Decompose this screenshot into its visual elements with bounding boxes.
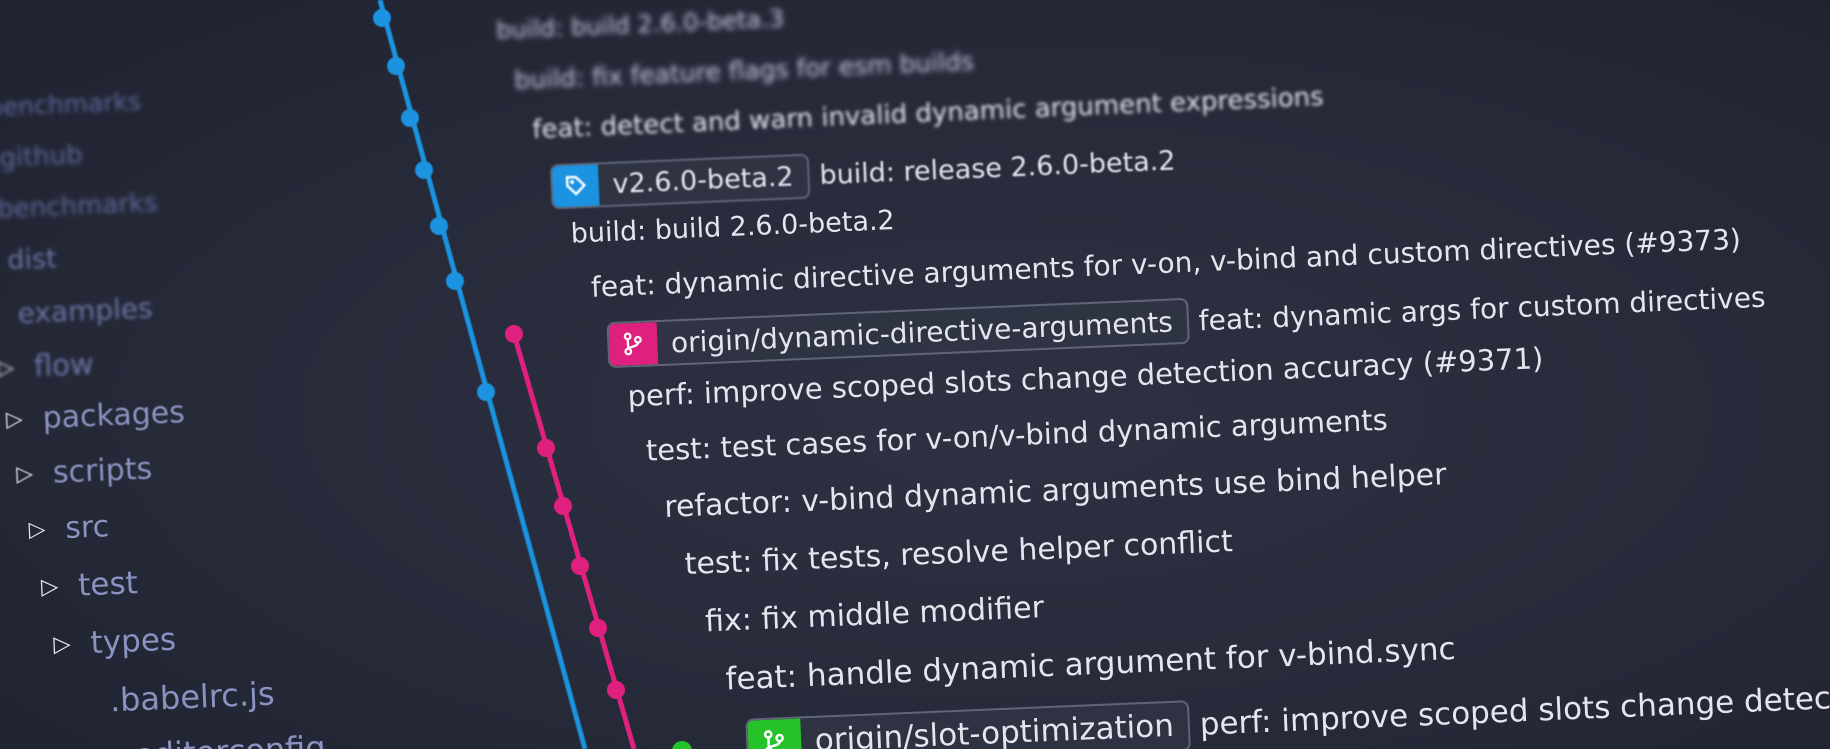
commit-message: build: build 2.6.0-beta.2	[570, 205, 896, 250]
tree-item-label: benchmarks	[0, 86, 142, 122]
tree-item-label: .editorconfig	[123, 728, 326, 749]
tree-item[interactable]: ▷ src	[28, 509, 110, 547]
caret-right-icon[interactable]: ▷	[53, 631, 71, 658]
tree-item-label: packages	[41, 394, 186, 436]
tree-item-label: benchmarks	[0, 187, 159, 225]
branch-icon	[747, 718, 802, 749]
tree-item-label: examples	[16, 291, 154, 330]
tree-item-label: flow	[33, 346, 95, 384]
tree-item[interactable]: ▷ scripts	[16, 451, 153, 492]
commit-row[interactable]: feat: handle dynamic argument for v-bind…	[725, 631, 1456, 698]
commit-row[interactable]: build: fix feature flags for esm builds	[514, 47, 975, 95]
commit-message: test: fix tests, resolve helper conflict	[683, 524, 1234, 583]
tree-item-label: dist	[6, 243, 58, 277]
tree-item-label: .github	[0, 140, 84, 174]
tree-item-label: scripts	[52, 451, 153, 491]
tree-item[interactable]: ▷ packages	[5, 394, 186, 437]
commit-message: refactor: v-bind dynamic arguments use b…	[663, 457, 1448, 525]
commit-row[interactable]: test: fix tests, resolve helper conflict	[684, 524, 1233, 582]
commit-row[interactable]: test: test cases for v-on/v-bind dynamic…	[645, 403, 1388, 468]
git-graph-view: benchmarks .github benchmarks dist examp…	[0, 0, 1830, 749]
tree-item[interactable]: ▷ types	[53, 622, 177, 663]
commit-row[interactable]: build: build 2.6.0-beta.2	[570, 205, 895, 250]
tree-item[interactable]: .editorconfig	[123, 728, 326, 749]
commit-row[interactable]: v2.6.0-beta.2 build: release 2.6.0-beta.…	[549, 138, 1177, 209]
tree-item-label: .babelrc.js	[109, 674, 276, 720]
caret-right-icon[interactable]: ▷	[6, 407, 24, 433]
ref-label: origin/dynamic-directive-arguments	[670, 305, 1174, 360]
tree-item[interactable]: ▷ test	[40, 565, 139, 605]
commit-row[interactable]: feat: detect and warn invalid dynamic ar…	[532, 82, 1325, 145]
commit-message: build: fix feature flags for esm builds	[513, 46, 975, 95]
commit-row[interactable]: fix: fix middle modifier	[704, 590, 1044, 639]
branch-ref[interactable]: origin/dynamic-directive-arguments	[606, 297, 1190, 369]
commit-row[interactable]: refactor: v-bind dynamic arguments use b…	[664, 457, 1448, 525]
commit-message: fix: fix middle modifier	[704, 590, 1045, 640]
ref-label: origin/slot-optimization	[814, 708, 1175, 749]
commit-message: feat: handle dynamic argument for v-bind…	[724, 630, 1457, 698]
tag-icon	[551, 164, 600, 207]
tree-item-label: types	[89, 621, 177, 662]
caret-right-icon[interactable]: ▷	[0, 355, 14, 380]
tree-item-label: src	[64, 509, 110, 547]
caret-right-icon[interactable]: ▷	[16, 461, 34, 487]
caret-right-icon[interactable]: ▷	[41, 573, 59, 600]
tree-item[interactable]: ▷ flow	[0, 347, 94, 385]
branch-ref[interactable]: origin/slot-optimization	[745, 700, 1191, 749]
tree-item[interactable]: .babelrc.js	[109, 674, 275, 719]
tree-item[interactable]: dist	[7, 243, 58, 276]
tree-item[interactable]: examples	[17, 291, 153, 330]
tree-item[interactable]: benchmarks	[0, 87, 142, 122]
commit-message: feat: dynamic args for custom directives	[1198, 280, 1767, 337]
branch-icon	[608, 322, 658, 367]
ref-label: v2.6.0-beta.2	[611, 161, 795, 200]
tree-item[interactable]: .github	[0, 140, 83, 174]
tag-ref[interactable]: v2.6.0-beta.2	[549, 153, 811, 209]
commit-message: build: release 2.6.0-beta.2	[818, 145, 1177, 191]
tree-item-label: test	[77, 565, 139, 604]
caret-right-icon[interactable]: ▷	[28, 517, 46, 543]
tree-item[interactable]: benchmarks	[0, 188, 158, 225]
commit-message: test: test cases for v-on/v-bind dynamic…	[645, 402, 1389, 468]
commit-message: feat: detect and warn invalid dynamic ar…	[531, 82, 1325, 146]
